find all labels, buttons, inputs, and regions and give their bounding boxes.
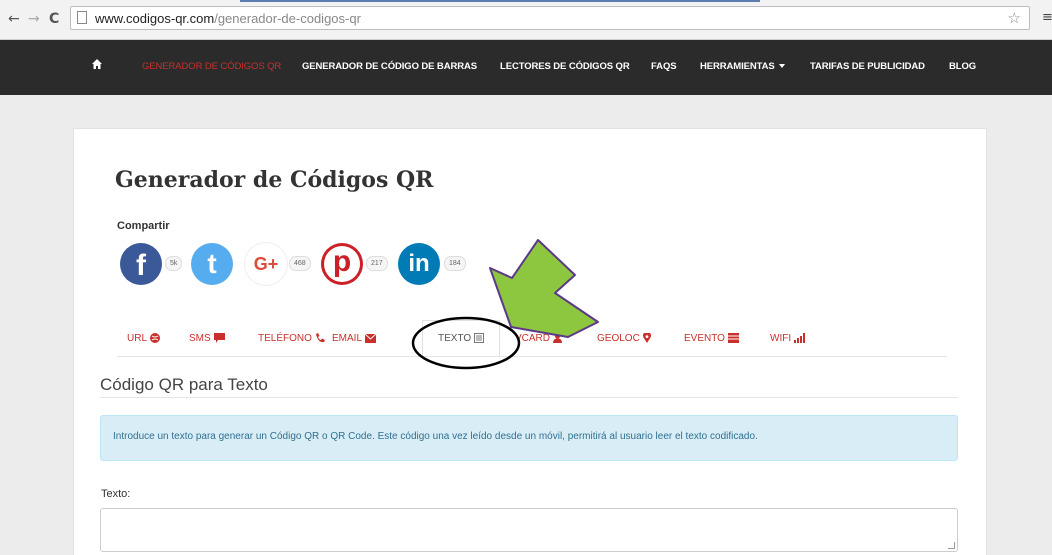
highlight-ellipse [411, 316, 521, 370]
pointer-arrow [489, 239, 599, 338]
annotation-overlay [411, 239, 599, 370]
